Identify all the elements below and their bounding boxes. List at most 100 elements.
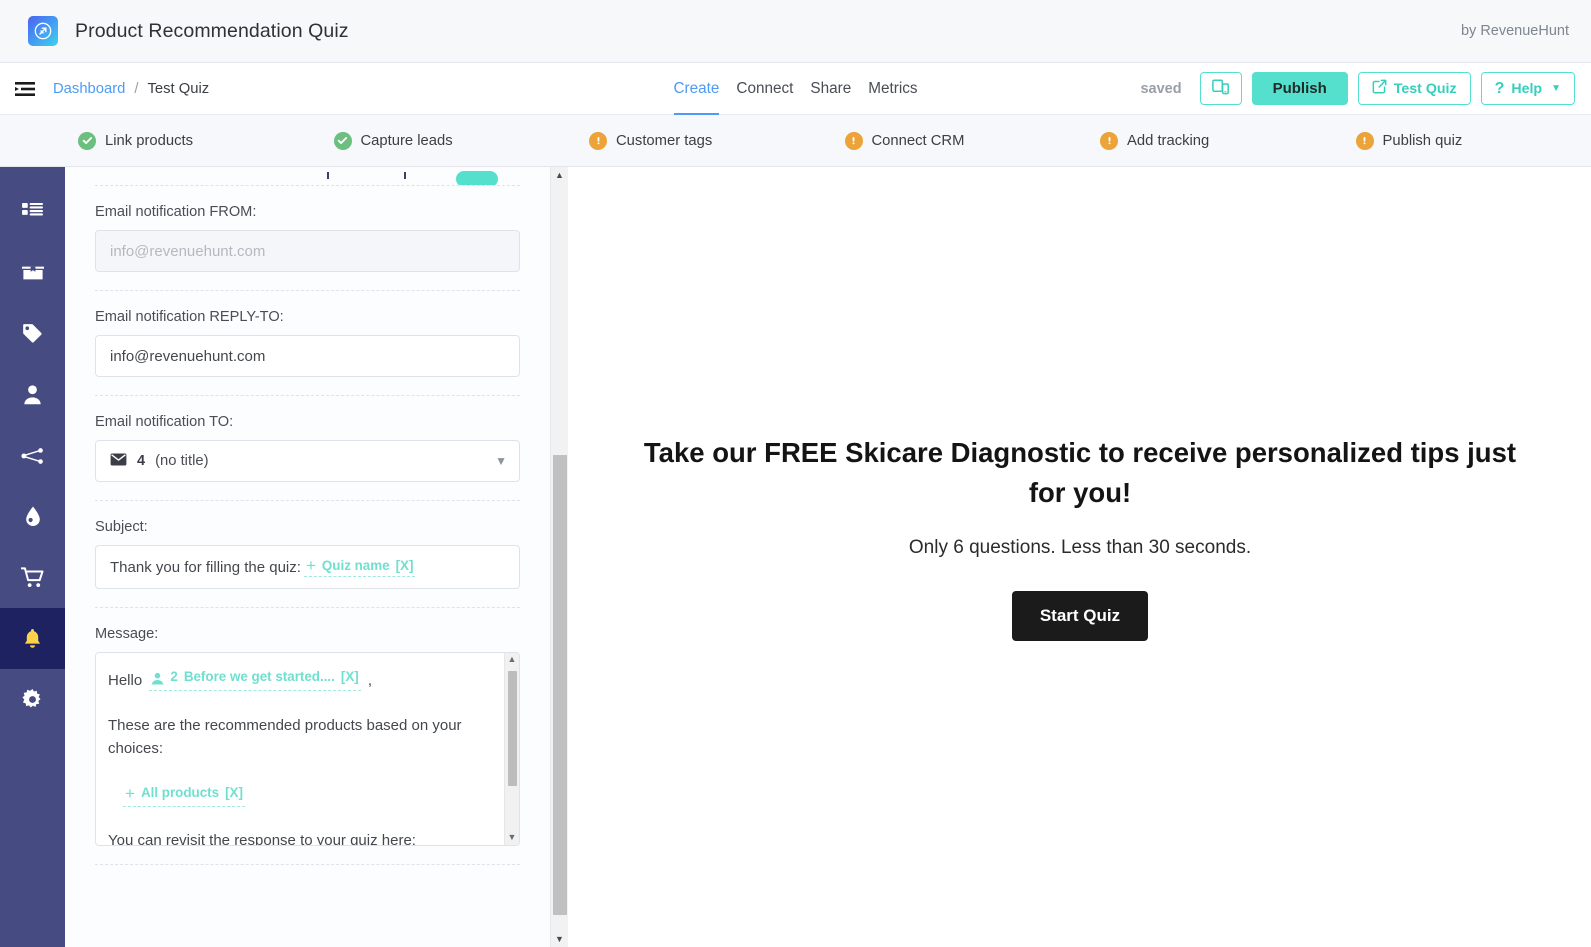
sidebar-item-products[interactable] — [0, 242, 65, 303]
message-answer-token[interactable]: 2 Before we get started.... [X] — [149, 667, 361, 691]
message-products-token[interactable]: + All products [X] — [123, 783, 245, 807]
sidebar-item-design[interactable] — [0, 486, 65, 547]
preview-subtext: Only 6 questions. Less than 30 seconds. — [908, 537, 1252, 559]
revenuehunt-logo-icon — [28, 16, 58, 46]
check-circle-icon — [78, 131, 96, 150]
checklist-label: Connect CRM — [871, 132, 965, 149]
sidebar-item-tags[interactable] — [0, 303, 65, 364]
chevron-down-icon: ▼ — [1551, 83, 1561, 94]
exclamation-circle-icon — [589, 131, 607, 150]
sidebar-item-settings[interactable] — [0, 669, 65, 730]
sidebar-item-cart[interactable] — [0, 547, 65, 608]
nav-actions: saved Publish Test Quiz ? Help ▼ — [1140, 72, 1575, 105]
breadcrumb: Dashboard / Test Quiz — [53, 81, 209, 97]
checklist-item-link-products[interactable]: Link products — [0, 131, 314, 150]
external-link-icon — [1372, 79, 1387, 98]
scroll-up-arrow-icon[interactable]: ▲ — [551, 167, 568, 183]
email-reply-to-input[interactable]: info@revenuehunt.com — [95, 335, 520, 377]
brand-header: Product Recommendation Quiz by RevenueHu… — [0, 0, 1591, 63]
clipped-row-above — [95, 167, 520, 185]
field-email-from: Email notification FROM: info@revenuehun… — [95, 186, 520, 290]
tab-metrics[interactable]: Metrics — [868, 63, 917, 115]
message-revisit-line: You can revisit the response to your qui… — [108, 831, 416, 846]
scroll-up-arrow-icon[interactable]: ▲ — [505, 653, 519, 667]
question-mark-icon: ? — [1494, 79, 1505, 97]
message-editor[interactable]: Hello 2 Before we get started.... [X] , … — [95, 652, 520, 846]
indent-list-icon[interactable] — [14, 79, 36, 99]
box-icon — [21, 263, 44, 282]
token-label: All products — [140, 784, 220, 800]
checklist-label: Customer tags — [616, 132, 713, 149]
field-subject: Subject: Thank you for filling the quiz:… — [95, 501, 520, 607]
subject-merge-token[interactable]: + Quiz name [X] — [303, 557, 416, 577]
droplet-icon — [25, 506, 41, 527]
sidebar-item-leads[interactable] — [0, 364, 65, 425]
icon-sidebar — [0, 167, 65, 947]
token-label: Quiz name — [321, 558, 390, 573]
gear-icon — [22, 689, 43, 710]
field-message: Message: Hello 2 Before we get started..… — [95, 608, 520, 864]
checklist-item-capture-leads[interactable]: Capture leads — [314, 131, 570, 150]
clipped-toggle[interactable] — [456, 171, 498, 185]
help-button[interactable]: ? Help ▼ — [1480, 72, 1575, 105]
email-from-placeholder: info@revenuehunt.com — [110, 242, 266, 260]
email-reply-to-label: Email notification REPLY-TO: — [95, 309, 284, 325]
checklist-item-connect-crm[interactable]: Connect CRM — [825, 131, 1081, 150]
message-products-line: These are the recommended products based… — [108, 717, 462, 758]
checklist-item-add-tracking[interactable]: Add tracking — [1080, 131, 1336, 150]
message-products-token-line: + All products [X] — [108, 783, 493, 807]
devices-preview-icon — [1212, 78, 1230, 99]
test-quiz-button[interactable]: Test Quiz — [1357, 72, 1471, 105]
checklist-label: Link products — [105, 132, 194, 149]
tab-connect[interactable]: Connect — [736, 63, 793, 115]
token-remove[interactable]: [X] — [341, 667, 359, 688]
email-to-select[interactable]: 4 (no title) ▼ — [95, 440, 520, 482]
person-token-icon — [151, 671, 164, 685]
sidebar-item-notifications[interactable] — [0, 608, 65, 669]
setup-checklist: Link products Capture leads Customer tag… — [0, 115, 1591, 167]
brand-attribution: by RevenueHunt — [1460, 23, 1569, 39]
field-email-reply-to: Email notification REPLY-TO: info@revenu… — [95, 291, 520, 395]
checklist-label: Capture leads — [360, 132, 453, 149]
list-grid-icon — [22, 202, 43, 221]
subject-label: Subject: — [95, 519, 148, 535]
scrollbar-thumb[interactable] — [508, 671, 517, 786]
envelope-icon — [110, 452, 127, 470]
preview-devices-button[interactable] — [1199, 72, 1242, 105]
bell-icon — [23, 628, 42, 649]
token-remove[interactable]: [X] — [225, 783, 243, 804]
email-from-input[interactable]: info@revenuehunt.com — [95, 230, 520, 272]
tab-share[interactable]: Share — [810, 63, 851, 115]
sidebar-item-dashboard[interactable] — [0, 181, 65, 242]
cart-icon — [21, 567, 44, 588]
checklist-item-customer-tags[interactable]: Customer tags — [569, 131, 825, 150]
plus-icon: + — [125, 783, 135, 803]
checklist-item-publish-quiz[interactable]: Publish quiz — [1336, 131, 1591, 150]
tab-create[interactable]: Create — [673, 63, 719, 115]
token-remove[interactable]: [X] — [396, 558, 414, 573]
checklist-label: Publish quiz — [1382, 132, 1463, 149]
scroll-down-arrow-icon[interactable]: ▼ — [505, 831, 519, 845]
message-editor-scrollbar[interactable]: ▲ ▼ — [504, 653, 519, 845]
message-greeting-prefix: Hello — [108, 671, 143, 689]
publish-button[interactable]: Publish — [1251, 72, 1348, 105]
start-quiz-button[interactable]: Start Quiz — [1011, 591, 1149, 642]
preview-headline: Take our FREE Skicare Diagnostic to rece… — [643, 436, 1517, 508]
subject-input[interactable]: Thank you for filling the quiz: + Quiz n… — [95, 545, 520, 589]
sidebar-item-logic[interactable] — [0, 425, 65, 486]
exclamation-circle-icon — [1355, 131, 1374, 150]
field-email-to: Email notification TO: 4 (no title) ▼ — [95, 396, 520, 500]
breadcrumb-separator: / — [134, 80, 139, 97]
notification-settings-panel: Email notification FROM: info@revenuehun… — [65, 167, 550, 947]
breadcrumb-current: Test Quiz — [147, 80, 210, 97]
scrollbar-thumb[interactable] — [553, 455, 567, 915]
check-circle-icon — [333, 131, 352, 150]
breadcrumb-dashboard-link[interactable]: Dashboard — [53, 81, 125, 97]
message-greeting-line: Hello 2 Before we get started.... [X] , — [108, 667, 493, 692]
help-label: Help — [1511, 80, 1543, 97]
scroll-down-arrow-icon[interactable]: ▼ — [551, 931, 568, 947]
page-title: Product Recommendation Quiz — [75, 19, 349, 42]
email-reply-to-value: info@revenuehunt.com — [110, 347, 266, 365]
settings-panel-scrollbar[interactable]: ▲ ▼ — [550, 167, 568, 947]
email-to-label: Email notification TO: — [95, 414, 234, 430]
